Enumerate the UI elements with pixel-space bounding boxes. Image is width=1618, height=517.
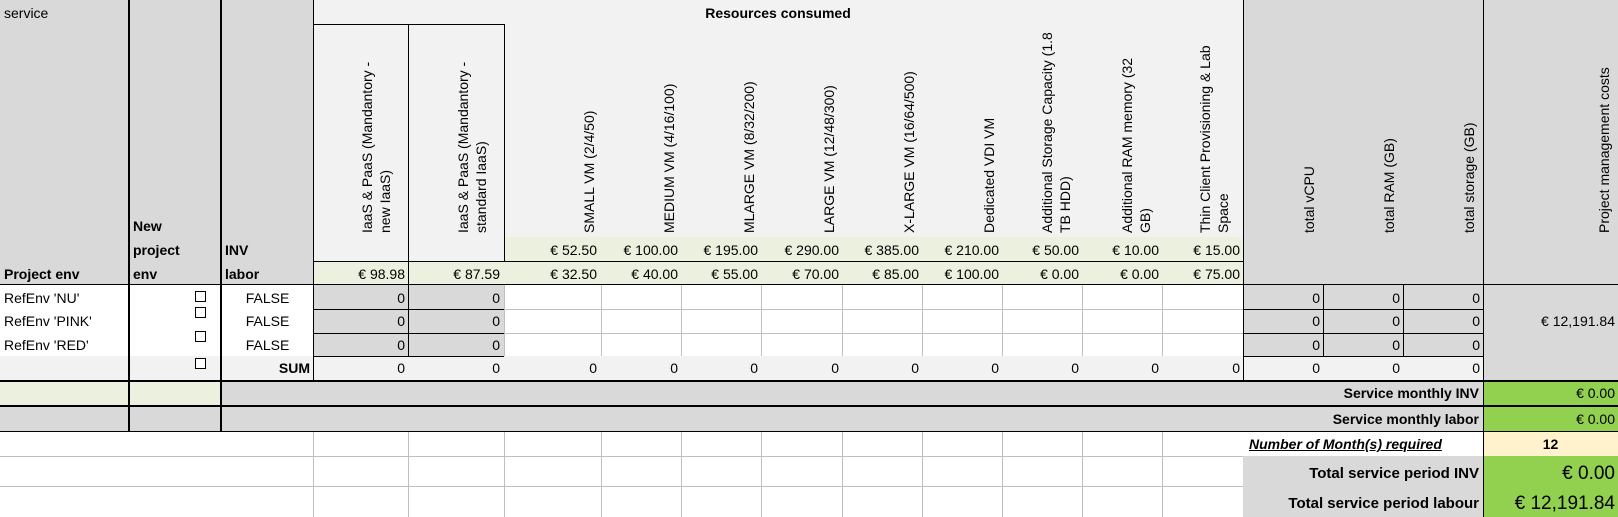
sum-value: 0	[1392, 360, 1400, 376]
iaas-new-value[interactable]: 0	[313, 289, 405, 307]
iaas-standard-value[interactable]: 0	[408, 289, 500, 307]
service-monthly-labor-label: Service monthly labor	[1332, 411, 1479, 427]
sum-value: 0	[1232, 360, 1240, 376]
months-required-label: Number of Month(s) required	[1249, 436, 1442, 452]
inv-price-xlarge-vm: € 385.00	[864, 242, 920, 258]
summary-left-fill	[0, 382, 221, 406]
service-monthly-labor-value: € 0.00	[1576, 411, 1615, 427]
iaas-standard-value[interactable]: 0	[408, 312, 500, 330]
labor-price-thin-client: € 75.00	[1193, 266, 1240, 282]
new-project-env-value: FALSE	[245, 337, 290, 353]
col-header-total-ram: total RAM (GB)	[1381, 138, 1397, 233]
project-env-name: RefEnv 'RED'	[4, 337, 89, 353]
total-ram-value: 0	[1392, 290, 1400, 306]
col-header-thin-client: Thin Client Provisioning & Lab Space	[1197, 45, 1231, 233]
col-header-medium-vm: MEDIUM VM (4/16/100)	[661, 83, 677, 233]
sum-label: SUM	[278, 360, 310, 376]
spreadsheet: service Project env New project env INV …	[0, 0, 1618, 517]
inv-price-large-vm: € 290.00	[784, 242, 840, 258]
new-project-env-header-2: project	[133, 242, 180, 258]
new-project-env-checkbox[interactable]	[195, 291, 206, 302]
project-env-header: Project env	[4, 266, 80, 282]
total-vcpu-value: 0	[1312, 313, 1320, 329]
new-project-env-header-1: New	[133, 218, 162, 234]
col-header-project-management-costs: Project management costs	[1596, 67, 1612, 233]
sum-value: 0	[670, 360, 678, 376]
col-header-additional-ram: Additional RAM memory (32 GB)	[1119, 57, 1153, 233]
labor-price-iaas-standard: € 87.59	[453, 266, 500, 282]
col-header-large-vm: LARGE VM (12/48/300)	[821, 85, 837, 233]
col-header-additional-storage: Additional Storage Capacity (1.8 TB HDD)	[1039, 32, 1073, 233]
total-storage-value: 0	[1472, 290, 1480, 306]
sum-value: 0	[831, 360, 839, 376]
new-project-env-value: FALSE	[245, 313, 290, 329]
labor-price-additional-storage: € 0.00	[1040, 266, 1079, 282]
service-label: service	[4, 5, 49, 21]
project-management-costs-value: € 12,191.84	[1541, 313, 1615, 329]
service-monthly-inv-label: Service monthly INV	[1343, 385, 1479, 401]
iaas-new-value[interactable]: 0	[313, 312, 405, 330]
service-monthly-inv-value: € 0.00	[1576, 385, 1615, 401]
labor-price-mlarge-vm: € 55.00	[711, 266, 758, 282]
sum-value: 0	[1071, 360, 1079, 376]
new-project-env-checkbox[interactable]	[195, 331, 206, 342]
sum-value: 0	[1151, 360, 1159, 376]
sum-value: 0	[911, 360, 919, 376]
sum-value: 0	[1472, 360, 1480, 376]
col-header-small-vm: SMALL VM (2/4/50)	[581, 110, 597, 233]
iaas-standard-value[interactable]: 0	[408, 336, 500, 354]
labor-price-small-vm: € 32.50	[550, 266, 597, 282]
total-ram-value: 0	[1392, 337, 1400, 353]
total-storage-value: 0	[1472, 313, 1480, 329]
col-header-mlarge-vm: MLARGE VM (8/32/200)	[741, 81, 757, 233]
new-project-env-checkbox[interactable]	[195, 358, 206, 369]
inv-price-mlarge-vm: € 195.00	[703, 242, 759, 258]
inv-price-additional-storage: € 50.00	[1032, 242, 1079, 258]
labor-price-xlarge-vm: € 85.00	[872, 266, 919, 282]
col-header-total-vcpu: total vCPU	[1301, 166, 1317, 233]
inv-price-thin-client: € 15.00	[1193, 242, 1240, 258]
inv-price-small-vm: € 52.50	[550, 242, 597, 258]
sum-value: 0	[492, 360, 500, 376]
total-service-period-labour-label: Total service period labour	[1288, 495, 1479, 512]
labor-price-medium-vm: € 40.00	[631, 266, 678, 282]
sum-value: 0	[991, 360, 999, 376]
col-header-dedicated-vdi: Dedicated VDI VM	[981, 117, 997, 233]
sum-value: 0	[589, 360, 597, 376]
col-header-total-storage: total storage (GB)	[1461, 122, 1477, 234]
col-header-iaas-new: IaaS & PaaS (Mandantory - new IaaS)	[359, 61, 393, 233]
labor-price-additional-ram: € 0.00	[1120, 266, 1159, 282]
new-project-env-checkbox[interactable]	[195, 307, 206, 318]
iaas-new-value[interactable]: 0	[313, 336, 405, 354]
project-env-name: RefEnv 'PINK'	[4, 313, 92, 329]
sum-value: 0	[397, 360, 405, 376]
labor-price-dedicated-vdi: € 100.00	[944, 266, 1000, 282]
new-project-env-value: FALSE	[245, 290, 290, 306]
sum-value: 0	[1312, 360, 1320, 376]
labor-price-iaas-new: € 98.98	[358, 266, 405, 282]
months-required-value[interactable]: 12	[1483, 435, 1618, 453]
total-service-period-inv-label: Total service period INV	[1309, 465, 1479, 482]
inv-price-additional-ram: € 10.00	[1112, 242, 1159, 258]
resources-consumed-title: Resources consumed	[705, 5, 851, 21]
inv-price-dedicated-vdi: € 210.00	[944, 242, 1000, 258]
total-service-period-labour-value: € 12,191.84	[1514, 493, 1615, 514]
col-header-xlarge-vm: X-LARGE VM (16/64/500)	[901, 71, 917, 233]
total-vcpu-value: 0	[1312, 290, 1320, 306]
total-ram-value: 0	[1392, 313, 1400, 329]
total-service-period-inv-value: € 0.00	[1562, 463, 1615, 484]
totals-header-fill	[1243, 0, 1483, 284]
sum-value: 0	[750, 360, 758, 376]
inv-label: INV	[225, 242, 249, 258]
inv-price-medium-vm: € 100.00	[623, 242, 679, 258]
project-env-name: RefEnv 'NU'	[4, 290, 80, 306]
labor-price-large-vm: € 70.00	[792, 266, 839, 282]
new-project-env-header-3: env	[133, 266, 158, 282]
total-storage-value: 0	[1472, 337, 1480, 353]
total-vcpu-value: 0	[1312, 337, 1320, 353]
labor-label: labor	[225, 266, 260, 282]
col-header-iaas-standard: IaaS & PaaS (Mandantory - standard IaaS)	[455, 61, 489, 233]
